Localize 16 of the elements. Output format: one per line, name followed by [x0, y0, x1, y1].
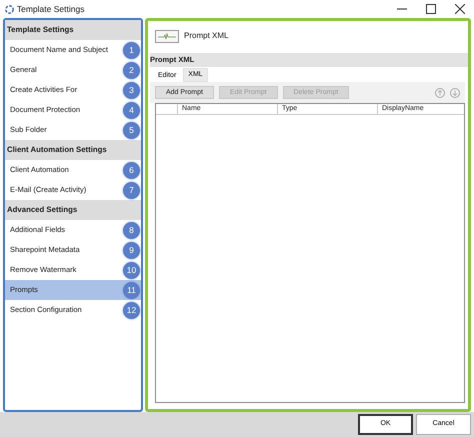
number-badge: 2	[123, 62, 140, 78]
number-badge: 1	[123, 42, 140, 58]
window-title: Template Settings	[16, 2, 84, 16]
number-badge: 6	[123, 162, 140, 178]
number-badge: 8	[123, 222, 140, 238]
number-badge: 5	[123, 122, 140, 138]
number-badge: 11	[123, 282, 140, 298]
number-badge: 9	[123, 242, 140, 258]
panel-title: Prompt XML	[184, 30, 228, 42]
number-badge: 3	[123, 82, 140, 98]
waveform-icon	[155, 30, 179, 42]
number-badge: 10	[123, 262, 140, 278]
number-badge: 7	[123, 182, 140, 198]
number-badge: 12	[123, 302, 140, 318]
app-icon	[4, 4, 15, 14]
number-badge: 4	[123, 102, 140, 118]
